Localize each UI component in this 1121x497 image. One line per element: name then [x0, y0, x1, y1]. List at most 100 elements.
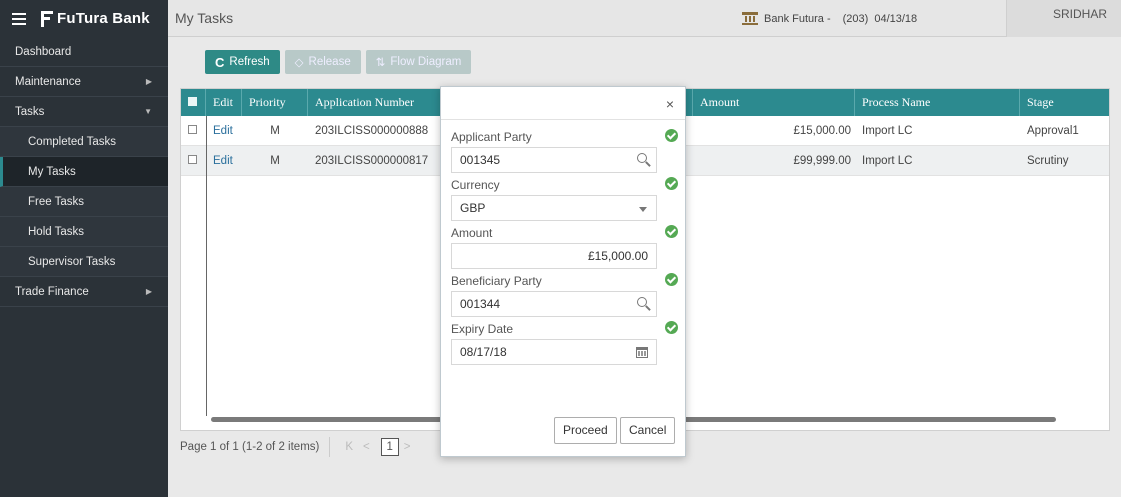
beneficiary-party-label: Beneficiary Party [451, 274, 542, 288]
column-header-edit[interactable]: Edit [206, 89, 242, 116]
search-icon[interactable] [637, 153, 649, 165]
release-icon: ◇ [294, 57, 304, 69]
sidebar-item-label: Trade Finance [15, 286, 89, 298]
row-checkbox[interactable] [188, 125, 197, 134]
pagination: Page 1 of 1 (1-2 of 2 items) K < 1 > [180, 435, 415, 459]
sidebar-item-hold-tasks[interactable]: Hold Tasks [0, 217, 168, 247]
prev-page-icon[interactable]: < [363, 441, 370, 453]
priority-cell: M [270, 155, 280, 167]
row-checkbox-cell[interactable] [181, 146, 197, 176]
amount-field[interactable]: £15,000.00 [451, 243, 657, 269]
sidebar-item-trade-finance[interactable]: Trade Finance ▶ [0, 277, 168, 307]
application-number-cell: 203ILCISS000000888 [315, 125, 429, 137]
amount-value: £15,000.00 [587, 249, 648, 263]
chevron-down-icon [639, 207, 647, 212]
sidebar-item-label: Tasks [15, 106, 45, 118]
expiry-date-field[interactable]: 08/17/18 [451, 339, 657, 365]
page-info: Page 1 of 1 (1-2 of 2 items) [180, 441, 320, 453]
amount-cell: £99,999.00 [793, 155, 851, 167]
sidebar-item-completed-tasks[interactable]: Completed Tasks [0, 127, 168, 157]
process-name-cell: Import LC [862, 125, 913, 137]
check-icon [665, 321, 678, 334]
sidebar-item-label: Dashboard [15, 46, 72, 58]
user-menu[interactable]: SRIDHAR [1006, 0, 1121, 37]
sidebar: Dashboard Maintenance ▶ Tasks ▼ Completed … [0, 37, 168, 497]
page-title: My Tasks [175, 10, 234, 26]
row-checkbox-cell[interactable] [181, 116, 197, 146]
process-name-cell: Import LC [862, 155, 913, 167]
search-icon[interactable] [637, 297, 649, 309]
applicant-party-value: 001345 [460, 153, 501, 167]
expiry-date-value: 08/17/18 [460, 345, 507, 359]
brand-area: FuTura Bank [0, 0, 168, 37]
bank-building-icon [742, 12, 758, 25]
sidebar-item-my-tasks[interactable]: My Tasks [0, 157, 168, 187]
proceed-button[interactable]: Proceed [554, 417, 617, 444]
amount-cell: £15,000.00 [793, 125, 851, 137]
sidebar-item-maintenance[interactable]: Maintenance ▶ [0, 67, 168, 97]
select-all-checkbox-cell[interactable] [181, 89, 206, 116]
dialog-header: × [441, 87, 685, 120]
sidebar-item-label: Maintenance [15, 76, 81, 88]
release-button[interactable]: ◇ Release [284, 50, 361, 74]
brand-name: FuTura Bank [57, 10, 150, 27]
bank-info: Bank Futura - (203) 04/13/18 [742, 12, 917, 25]
column-header-amount[interactable]: Amount [692, 89, 855, 116]
stage-cell: Scrutiny [1027, 155, 1069, 167]
currency-value: GBP [460, 201, 486, 215]
column-header-process-name[interactable]: Process Name [855, 89, 1020, 116]
sidebar-item-label: Hold Tasks [28, 226, 85, 238]
check-icon [665, 177, 678, 190]
currency-select[interactable]: GBP [451, 195, 657, 221]
flow-diagram-icon: ⇅ [375, 57, 386, 69]
pager-divider [329, 437, 331, 457]
sidebar-item-label: My Tasks [28, 166, 76, 178]
refresh-label: Refresh [229, 56, 270, 68]
refresh-icon: C [215, 54, 225, 70]
column-header-priority[interactable]: Priority [242, 89, 308, 116]
flow-diagram-button[interactable]: ⇅ Flow Diagram [365, 50, 472, 74]
bank-name: Bank Futura - [764, 12, 831, 25]
sidebar-item-dashboard[interactable]: Dashboard [0, 37, 168, 67]
applicant-party-field[interactable]: 001345 [451, 147, 657, 173]
sidebar-item-supervisor-tasks[interactable]: Supervisor Tasks [0, 247, 168, 277]
check-icon [665, 225, 678, 238]
check-icon [665, 273, 678, 286]
row-checkbox[interactable] [188, 155, 197, 164]
task-details-dialog: × Applicant Party 001345 Currency GBP Am… [440, 86, 686, 457]
column-divider [206, 116, 207, 416]
close-icon[interactable]: × [666, 97, 674, 111]
edit-link[interactable]: Edit [206, 116, 233, 146]
priority-cell: M [270, 125, 280, 137]
check-icon [665, 129, 678, 142]
sidebar-item-free-tasks[interactable]: Free Tasks [0, 187, 168, 217]
caret-down-icon: ▼ [144, 107, 152, 116]
next-page-icon[interactable]: > [404, 441, 411, 453]
column-header-stage[interactable]: Stage [1020, 89, 1109, 116]
current-page-button[interactable]: 1 [380, 438, 399, 456]
cancel-button[interactable]: Cancel [620, 417, 676, 444]
business-date: 04/13/18 [874, 12, 918, 25]
edit-link[interactable]: Edit [206, 146, 233, 176]
beneficiary-party-value: 001344 [460, 297, 501, 311]
select-all-checkbox[interactable] [188, 97, 197, 106]
refresh-button[interactable]: C Refresh [205, 50, 280, 74]
hamburger-menu-icon[interactable] [12, 12, 26, 25]
first-page-icon[interactable]: K [345, 441, 353, 453]
calendar-icon[interactable] [636, 347, 648, 358]
caret-right-icon: ▶ [145, 287, 152, 296]
caret-right-icon: ▶ [145, 77, 152, 86]
beneficiary-party-field[interactable]: 001344 [451, 291, 657, 317]
release-label: Release [308, 56, 351, 68]
flow-diagram-label: Flow Diagram [390, 56, 462, 68]
amount-label: Amount [451, 226, 493, 240]
sidebar-item-tasks[interactable]: Tasks ▼ [0, 97, 168, 127]
application-number-cell: 203ILCISS000000817 [315, 155, 429, 167]
currency-label: Currency [451, 178, 500, 192]
sidebar-item-label: Free Tasks [28, 196, 85, 208]
bank-logo-icon [39, 10, 53, 27]
sidebar-item-label: Completed Tasks [28, 136, 116, 148]
sidebar-item-label: Supervisor Tasks [28, 256, 116, 268]
stage-cell: Approval1 [1027, 125, 1079, 137]
top-bar: FuTura Bank My Tasks Bank Futura - (203)… [0, 0, 1121, 37]
